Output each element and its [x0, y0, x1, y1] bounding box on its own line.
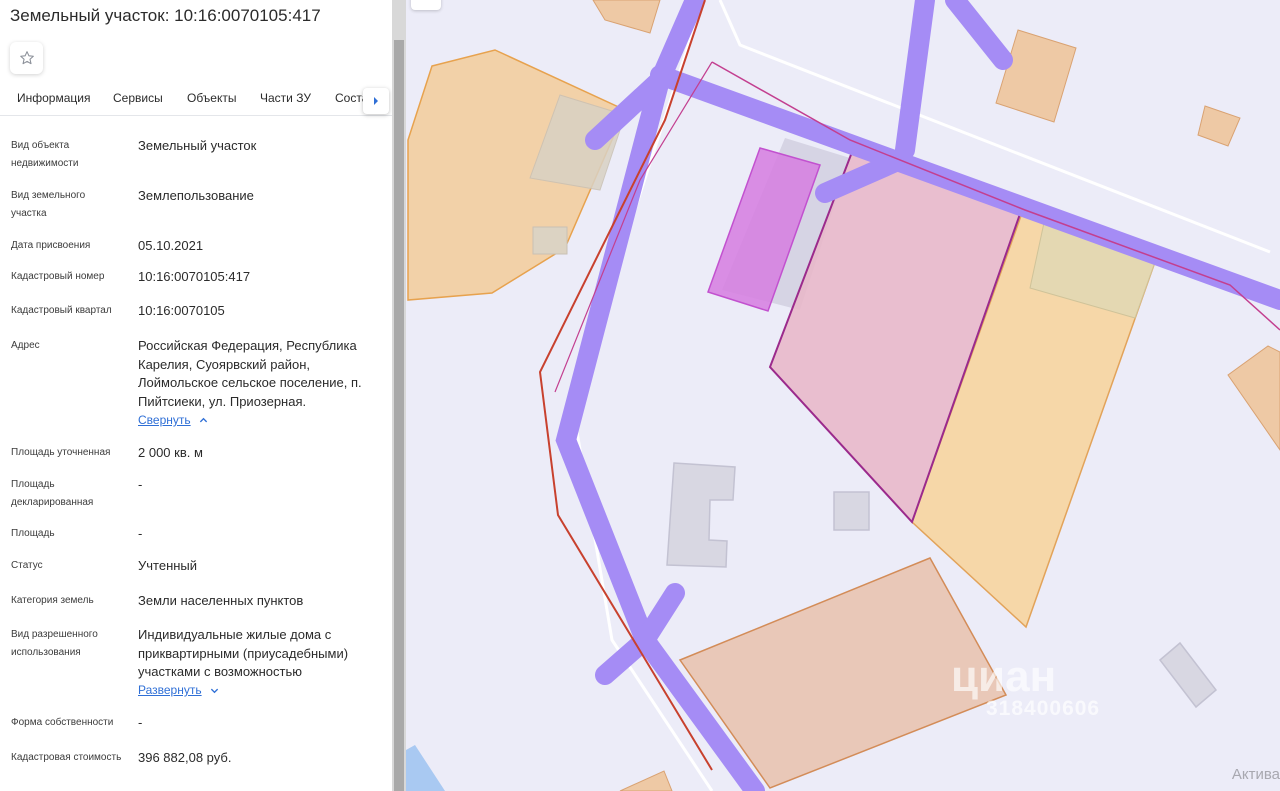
windows-activation-text: Актива	[1231, 766, 1280, 783]
parcel[interactable]	[995, 29, 1077, 123]
property-value: 05.10.2021	[138, 238, 204, 253]
property-label: Дата присвоения	[11, 240, 91, 251]
property-value: -	[138, 715, 143, 730]
building	[1158, 641, 1218, 709]
expand-label: Развернуть	[138, 683, 202, 697]
property-value: Учтенный	[138, 558, 198, 573]
arrow-right-icon	[374, 97, 378, 105]
watermark-id: 318400606	[986, 697, 1101, 720]
property-value: 2 000 кв. м	[138, 445, 203, 460]
tabs-next-button[interactable]	[363, 88, 389, 114]
property-label: Категория земель	[11, 595, 94, 606]
property-value: 10:16:0070105	[138, 303, 225, 318]
property-label: Вид объекта недвижимости	[11, 140, 79, 169]
object-info-panel: Земельный участок: 10:16:0070105:417 Инф…	[0, 0, 392, 791]
water-area	[406, 745, 445, 791]
property-value: Землепользование	[138, 188, 254, 203]
expand-toggle[interactable]: Развернуть	[138, 683, 219, 697]
building	[833, 491, 870, 531]
property-label: Площадь декларированная	[11, 479, 94, 508]
permitted-use-value: Индивидуальные жилые дома с приквартирны…	[138, 627, 349, 679]
collapse-label: Свернуть	[138, 413, 191, 427]
property-value: Земли населенных пунктов	[138, 593, 304, 608]
map-canvas[interactable]	[406, 0, 1280, 791]
tab-information[interactable]: Информация	[17, 91, 90, 105]
property-value: 396 882,08 руб.	[138, 750, 232, 765]
tab-parts[interactable]: Части ЗУ	[260, 91, 311, 105]
tab-services[interactable]: Сервисы	[113, 91, 163, 105]
property-value: Земельный участок	[138, 138, 257, 153]
watermark-logo: циан	[951, 652, 1057, 701]
panel-scrollbar[interactable]	[392, 0, 406, 791]
favorite-button[interactable]	[10, 42, 43, 74]
property-value: 10:16:0070105:417	[138, 269, 251, 284]
building	[532, 226, 568, 255]
property-value: -	[138, 477, 143, 492]
page-title: Земельный участок: 10:16:0070105:417	[10, 6, 321, 25]
parcel[interactable]	[592, 0, 661, 34]
scrollbar-thumb[interactable]	[394, 40, 404, 791]
property-label: Адрес	[11, 340, 40, 351]
property-label: Форма собственности	[11, 717, 114, 728]
building	[666, 462, 736, 568]
property-label: Кадастровый квартал	[11, 305, 112, 316]
collapse-toggle[interactable]: Свернуть	[138, 413, 208, 427]
chevron-down-icon	[210, 688, 218, 693]
parcel[interactable]	[1197, 105, 1241, 147]
map-control-button[interactable]	[411, 0, 441, 10]
parcel[interactable]	[619, 770, 673, 791]
property-label: Вид разрешенного использования	[11, 629, 98, 658]
star-icon	[19, 51, 34, 65]
tab-objects[interactable]: Объекты	[187, 91, 237, 105]
property-label: Площадь	[11, 528, 55, 539]
chevron-up-icon	[199, 417, 207, 422]
property-label: Площадь уточненная	[11, 447, 111, 458]
parcel[interactable]	[1227, 345, 1280, 451]
property-label: Статус	[11, 560, 43, 571]
tab-bar: Информация Сервисы Объекты Части ЗУ Сост…	[0, 88, 392, 116]
property-value: -	[138, 526, 143, 541]
property-label: Вид земельного участка	[11, 190, 86, 219]
cadastral-map[interactable]: циан 318400606 Актива	[406, 0, 1280, 791]
property-label: Кадастровый номер	[11, 271, 105, 282]
property-label: Кадастровая стоимость	[11, 752, 122, 763]
address-value: Российская Федерация, Республика Карелия…	[138, 338, 362, 409]
